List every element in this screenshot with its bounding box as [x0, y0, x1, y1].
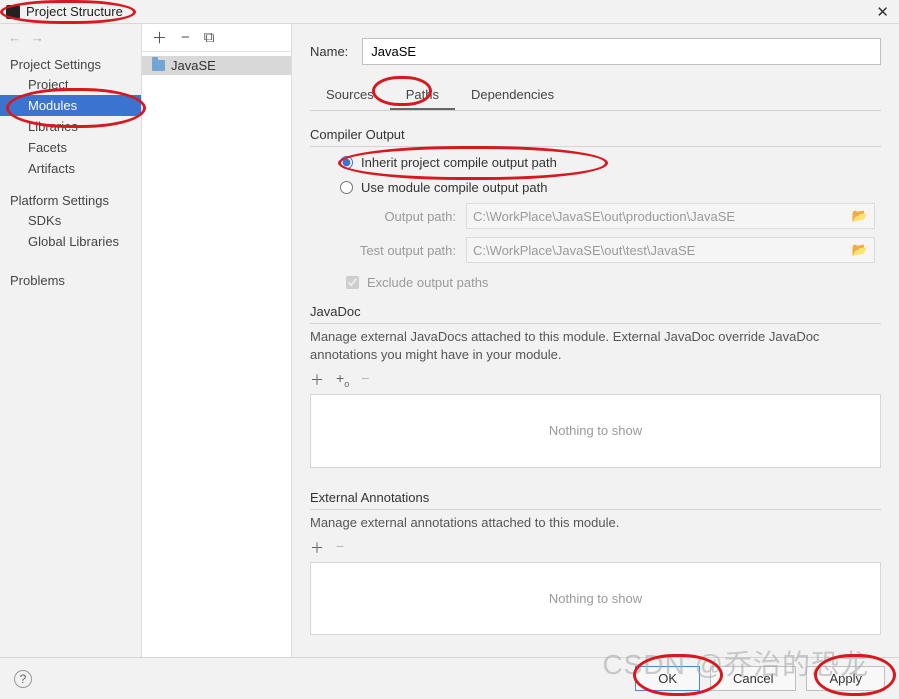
radio-use-module-row[interactable]: Use module compile output path: [310, 174, 881, 199]
test-output-path-label: Test output path:: [346, 243, 456, 258]
forward-icon[interactable]: →: [31, 30, 44, 45]
output-path-row: Output path: C:\WorkPlace\JavaSE\out\pro…: [310, 199, 881, 233]
folder-icon: [152, 60, 165, 71]
ext-ann-empty: Nothing to show: [310, 562, 881, 635]
help-icon[interactable]: ?: [14, 670, 32, 688]
remove-module-icon[interactable]: −: [181, 29, 190, 46]
exclude-checkbox: [346, 276, 359, 289]
sidebar-item-project[interactable]: Project: [0, 74, 141, 95]
browse-icon: 📂: [852, 242, 868, 258]
browse-icon: 📂: [852, 208, 868, 224]
radio-use-module-label: Use module compile output path: [361, 180, 547, 195]
radio-inherit-label: Inherit project compile output path: [361, 155, 557, 170]
radio-inherit[interactable]: [340, 156, 353, 169]
sidebar-item-global-libraries[interactable]: Global Libraries: [0, 231, 141, 252]
module-details: Name: Sources Paths Dependencies Compile…: [292, 24, 899, 657]
exclude-row: Exclude output paths: [310, 267, 881, 294]
ok-button[interactable]: OK: [635, 666, 700, 691]
modules-toolbar: ＋ − ⧉: [142, 24, 291, 52]
external-annotations-desc: Manage external annotations attached to …: [310, 514, 881, 532]
compiler-output-header: Compiler Output: [310, 127, 881, 147]
name-label: Name:: [310, 44, 348, 59]
javadoc-desc: Manage external JavaDocs attached to thi…: [310, 328, 881, 364]
add-url-icon[interactable]: +o: [336, 370, 349, 390]
output-path-value: C:\WorkPlace\JavaSE\out\production\JavaS…: [473, 209, 735, 224]
window-title: Project Structure: [26, 4, 123, 19]
sidebar-item-artifacts[interactable]: Artifacts: [0, 158, 141, 179]
module-tabs: Sources Paths Dependencies: [310, 81, 881, 111]
app-icon: [6, 5, 20, 19]
main-area: ← → Project Settings Project Modules Lib…: [0, 24, 899, 657]
module-list: JavaSE: [142, 52, 291, 657]
add-icon[interactable]: ＋: [310, 370, 324, 390]
remove-icon[interactable]: −: [361, 370, 369, 390]
output-path-field: C:\WorkPlace\JavaSE\out\production\JavaS…: [466, 203, 875, 229]
sidebar-item-problems[interactable]: Problems: [0, 270, 141, 291]
module-name-input[interactable]: [362, 38, 881, 65]
add-module-icon[interactable]: ＋: [152, 27, 167, 48]
close-icon[interactable]: ✕: [876, 3, 889, 21]
cancel-button[interactable]: Cancel: [710, 666, 796, 691]
test-output-path-value: C:\WorkPlace\JavaSE\out\test\JavaSE: [473, 243, 695, 258]
copy-module-icon[interactable]: ⧉: [204, 29, 215, 46]
modules-panel: ＋ − ⧉ JavaSE: [142, 24, 292, 657]
external-annotations-header: External Annotations: [310, 490, 881, 510]
output-path-label: Output path:: [346, 209, 456, 224]
radio-use-module[interactable]: [340, 181, 353, 194]
module-item[interactable]: JavaSE: [142, 56, 291, 75]
sidebar-item-facets[interactable]: Facets: [0, 137, 141, 158]
dialog-buttons: ? OK Cancel Apply: [0, 657, 899, 699]
nothing-to-show: Nothing to show: [549, 423, 642, 438]
sidebar-item-sdks[interactable]: SDKs: [0, 210, 141, 231]
javadoc-header: JavaDoc: [310, 304, 881, 324]
sidebar-item-modules[interactable]: Modules: [0, 95, 141, 116]
module-name: JavaSE: [171, 58, 216, 73]
javadoc-toolbar: ＋ +o −: [310, 368, 881, 394]
left-sidebar: ← → Project Settings Project Modules Lib…: [0, 24, 142, 657]
back-icon[interactable]: ←: [8, 30, 21, 45]
project-settings-header: Project Settings: [0, 51, 141, 74]
javadoc-empty: Nothing to show: [310, 394, 881, 467]
nav-arrows: ← →: [0, 24, 141, 51]
tab-sources[interactable]: Sources: [310, 81, 390, 110]
radio-inherit-row[interactable]: Inherit project compile output path: [310, 149, 881, 174]
title-bar: Project Structure ✕: [0, 0, 899, 24]
add-icon[interactable]: ＋: [310, 538, 324, 558]
exclude-label: Exclude output paths: [367, 275, 488, 290]
platform-settings-header: Platform Settings: [0, 187, 141, 210]
test-output-path-row: Test output path: C:\WorkPlace\JavaSE\ou…: [310, 233, 881, 267]
nothing-to-show: Nothing to show: [549, 591, 642, 606]
test-output-path-field: C:\WorkPlace\JavaSE\out\test\JavaSE 📂: [466, 237, 875, 263]
sidebar-item-libraries[interactable]: Libraries: [0, 116, 141, 137]
tab-dependencies[interactable]: Dependencies: [455, 81, 570, 110]
apply-button[interactable]: Apply: [806, 666, 885, 691]
remove-icon[interactable]: −: [336, 538, 344, 558]
tab-paths[interactable]: Paths: [390, 81, 455, 110]
ext-ann-toolbar: ＋ −: [310, 536, 881, 562]
